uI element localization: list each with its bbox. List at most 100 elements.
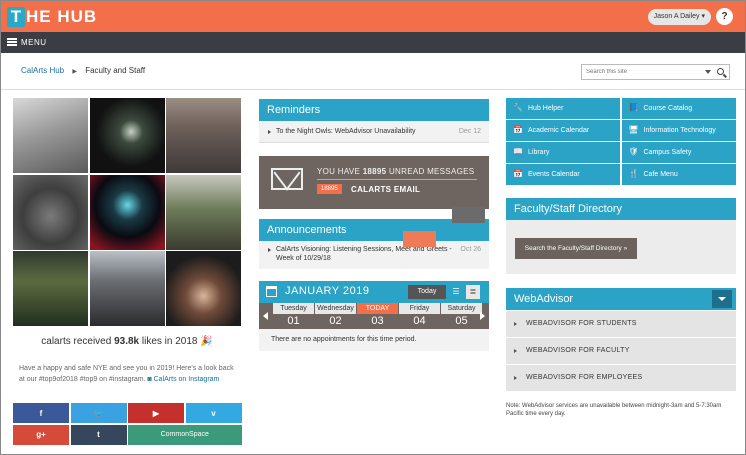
directory-title: Faculty/Staff Directory bbox=[506, 198, 736, 220]
logo-mark: T bbox=[7, 7, 25, 27]
webadvisor-students-link[interactable]: WEBADVISOR FOR STUDENTS bbox=[506, 311, 736, 337]
user-menu-button[interactable]: Jason A Dailey ▾ bbox=[647, 9, 711, 25]
day-name: Tuesday bbox=[273, 303, 314, 314]
today-button[interactable]: Today bbox=[408, 285, 446, 299]
instagram-photo[interactable] bbox=[166, 174, 241, 250]
monitor-icon: 🖥 bbox=[628, 125, 639, 135]
breadcrumb-current: Faculty and Staff bbox=[85, 66, 146, 75]
search-input[interactable] bbox=[582, 65, 694, 79]
breadcrumb-root-link[interactable]: CalArts Hub bbox=[21, 66, 64, 75]
reminder-item[interactable]: To the Night Owls: WebAdvisor Unavailabi… bbox=[259, 121, 489, 143]
quicklink-campus-safety[interactable]: 🛡 Campus Safety bbox=[621, 142, 736, 163]
day-name: Wednesday bbox=[315, 303, 356, 314]
announcement-text[interactable]: CalArts Visioning: Listening Sessions, M… bbox=[276, 246, 452, 262]
webadvisor-link-label[interactable]: WEBADVISOR FOR EMPLOYEES bbox=[526, 374, 643, 381]
fork-knife-icon: 🍴 bbox=[628, 169, 639, 179]
reminder-text[interactable]: To the Night Owls: WebAdvisor Unavailabi… bbox=[276, 128, 416, 135]
commonspace-button[interactable]: CommonSpace bbox=[128, 424, 242, 445]
quicklink-library[interactable]: 📖 Library bbox=[506, 142, 620, 163]
day-number: 01 bbox=[287, 315, 300, 327]
message-prefix: YOU HAVE bbox=[317, 167, 361, 176]
calendar-icon: 📅 bbox=[513, 125, 523, 135]
instagram-photo[interactable] bbox=[89, 251, 165, 326]
calendar-day[interactable]: Wednesday 02 bbox=[315, 303, 356, 329]
quicklink-cafe-menu[interactable]: 🍴 Cafe Menu bbox=[621, 164, 736, 185]
quicklink-label[interactable]: Academic Calendar bbox=[528, 127, 589, 134]
hub-logo[interactable]: T HE HUB bbox=[7, 6, 97, 28]
reminders-title: Reminders bbox=[259, 99, 489, 121]
quicklink-label[interactable]: Events Calendar bbox=[528, 171, 580, 178]
instagram-photo[interactable] bbox=[166, 98, 241, 173]
webadvisor-link-label[interactable]: WEBADVISOR FOR STUDENTS bbox=[526, 320, 637, 327]
message-suffix: UNREAD MESSAGES bbox=[388, 167, 475, 176]
vimeo-icon[interactable]: v bbox=[185, 403, 242, 423]
quicklink-label[interactable]: Campus Safety bbox=[644, 149, 692, 156]
calendar-day[interactable]: Saturday 05 bbox=[441, 303, 482, 329]
google-plus-icon[interactable]: g+ bbox=[13, 424, 69, 445]
menu-label[interactable]: MENU bbox=[21, 38, 47, 47]
tumblr-icon[interactable]: t bbox=[70, 424, 127, 445]
search-icon[interactable] bbox=[717, 68, 724, 75]
wrench-icon: 🔧 bbox=[513, 103, 523, 113]
hamburger-icon[interactable] bbox=[7, 38, 17, 46]
instagram-photo[interactable] bbox=[13, 174, 88, 250]
site-search bbox=[581, 64, 730, 80]
announcement-item[interactable]: CalArts Visioning: Listening Sessions, M… bbox=[259, 241, 489, 269]
quick-links: 🔧 Hub Helper 📘 Course Catalog 📅 Academic Ca… bbox=[506, 98, 736, 185]
day-number: 04 bbox=[413, 315, 426, 327]
list-view-icon[interactable]: ☰ bbox=[449, 285, 463, 299]
instagram-link[interactable]: ◙ CalArts on Instagram bbox=[147, 376, 219, 383]
instagram-grid bbox=[13, 98, 241, 326]
calendar-day[interactable]: Tuesday 01 bbox=[273, 303, 314, 329]
quicklink-label[interactable]: Course Catalog bbox=[644, 105, 693, 112]
quicklink-events-calendar[interactable]: 📅 Events Calendar bbox=[506, 164, 620, 185]
day-number: 03 bbox=[371, 315, 384, 327]
instagram-photo[interactable] bbox=[13, 98, 88, 173]
caption-prefix: calarts received bbox=[41, 336, 112, 347]
chevron-down-icon[interactable] bbox=[712, 290, 732, 308]
agenda-view-icon[interactable]: ≣ bbox=[466, 285, 480, 299]
help-button[interactable]: ? bbox=[716, 8, 733, 25]
calarts-email-link[interactable]: CALARTS EMAIL bbox=[351, 185, 420, 194]
expand-icon bbox=[268, 130, 271, 134]
calendar-panel: JANUARY 2019 Today ☰ ≣ Tuesday 01 Wednes… bbox=[259, 281, 489, 351]
instagram-photo[interactable] bbox=[89, 98, 165, 173]
previous-arrow-icon[interactable] bbox=[263, 312, 268, 320]
search-scope-dropdown-icon[interactable] bbox=[705, 70, 711, 74]
email-panel[interactable]: YOU HAVE 18895 UNREAD MESSAGES 18895 CAL… bbox=[259, 156, 489, 209]
quicklink-course-catalog[interactable]: 📘 Course Catalog bbox=[621, 98, 736, 119]
webadvisor-title: WebAdvisor bbox=[506, 288, 736, 310]
webadvisor-link-label[interactable]: WEBADVISOR FOR FACULTY bbox=[526, 347, 630, 354]
quicklink-academic-calendar[interactable]: 📅 Academic Calendar bbox=[506, 120, 620, 141]
webadvisor-note: Note: WebAdvisor services are unavailabl… bbox=[506, 403, 722, 417]
next-arrow-icon[interactable] bbox=[480, 312, 485, 320]
menu-bar[interactable]: MENU bbox=[1, 32, 745, 53]
caption-suffix: likes in 2018 🎉 bbox=[141, 336, 213, 347]
quicklink-label[interactable]: Hub Helper bbox=[528, 105, 563, 112]
calendar-day-today[interactable]: TODAY 03 bbox=[357, 303, 398, 329]
announcement-date: Oct 26 bbox=[460, 246, 481, 253]
search-directory-button[interactable]: Search the Faculty/Staff Directory » bbox=[515, 238, 637, 259]
quicklink-information-technology[interactable]: 🖥 Information Technology bbox=[621, 120, 736, 141]
youtube-icon[interactable]: ▶ bbox=[128, 403, 184, 423]
calendar-day[interactable]: Friday 04 bbox=[399, 303, 440, 329]
instagram-photo[interactable] bbox=[166, 251, 241, 326]
webadvisor-employees-link[interactable]: WEBADVISOR FOR EMPLOYEES bbox=[506, 365, 736, 391]
reminders-panel: Reminders To the Night Owls: WebAdvisor … bbox=[259, 99, 489, 143]
expand-icon bbox=[268, 248, 271, 252]
instagram-post-text: Have a happy and safe NYE and see you in… bbox=[19, 363, 239, 385]
unread-message-text: YOU HAVE 18895 UNREAD MESSAGES bbox=[317, 167, 474, 176]
calendar-empty-message: There are no appointments for this time … bbox=[259, 329, 489, 351]
divider bbox=[1, 89, 745, 90]
instagram-link-label[interactable]: CalArts on Instagram bbox=[154, 376, 220, 383]
quicklink-hub-helper[interactable]: 🔧 Hub Helper bbox=[506, 98, 620, 119]
caption-count: 93.8k bbox=[114, 336, 140, 347]
instagram-photo[interactable] bbox=[89, 174, 165, 250]
twitter-icon[interactable]: 🐦 bbox=[70, 403, 127, 423]
quicklink-label[interactable]: Cafe Menu bbox=[644, 171, 678, 178]
instagram-photo[interactable] bbox=[13, 251, 88, 326]
webadvisor-faculty-link[interactable]: WEBADVISOR FOR FACULTY bbox=[506, 338, 736, 364]
quicklink-label[interactable]: Information Technology bbox=[644, 127, 716, 134]
quicklink-label[interactable]: Library bbox=[528, 149, 549, 156]
facebook-icon[interactable]: f bbox=[13, 403, 69, 423]
